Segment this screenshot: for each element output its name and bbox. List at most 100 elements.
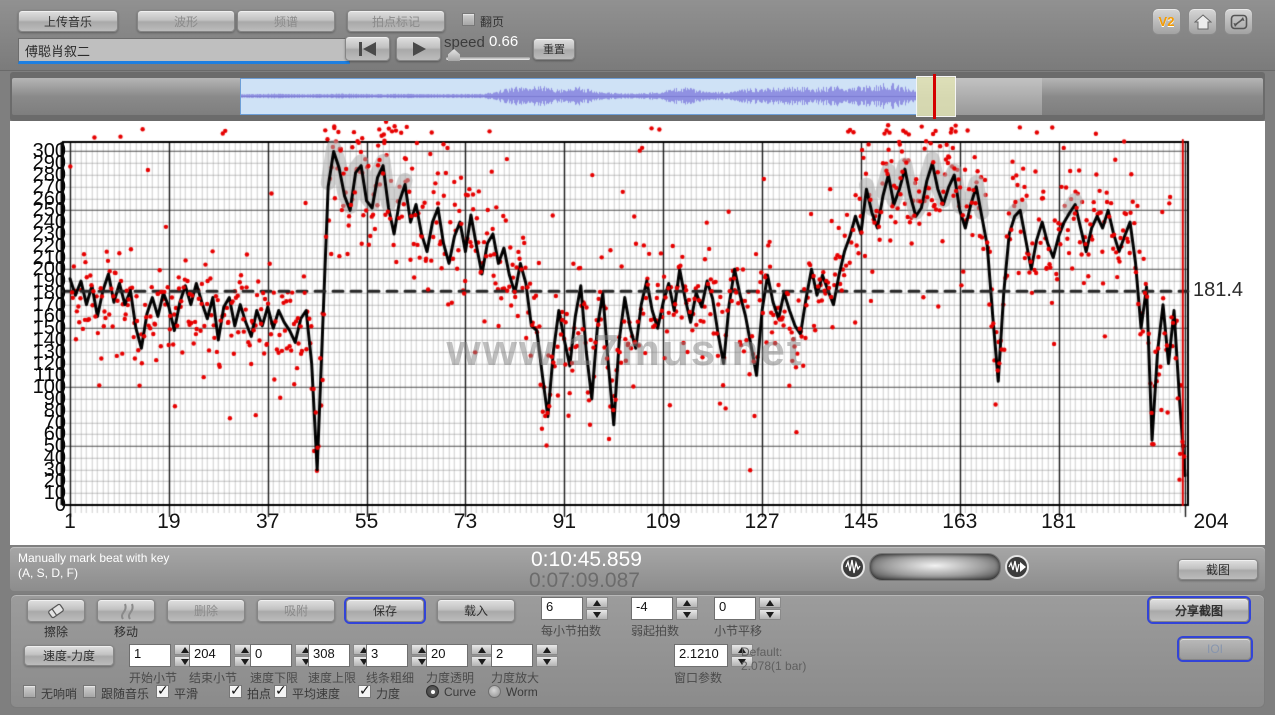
page-turn-label: 翻页 — [480, 13, 504, 30]
eraser-icon — [45, 601, 67, 621]
x-tick-label: 181 — [1029, 510, 1089, 534]
waveform-selection[interactable] — [916, 76, 956, 117]
speed-dynamics-button[interactable]: 速度-力度 — [24, 645, 114, 666]
v2-version-badge[interactable]: V2 — [1152, 8, 1181, 35]
speed-slider[interactable] — [446, 57, 530, 60]
play-button[interactable] — [396, 36, 441, 61]
x-tick-label: 19 — [139, 510, 199, 534]
stepper-小节平移: 0 — [714, 597, 781, 620]
move-tool-button[interactable] — [97, 599, 155, 622]
stepper-label: 每小节拍数 — [541, 622, 601, 639]
window-param-default-note: Default: 2.078(1 bar) — [741, 645, 806, 673]
checkbox-无响哨[interactable] — [23, 685, 36, 698]
stepper-down-button[interactable] — [536, 656, 558, 667]
beat-mark-button[interactable]: 拍点标记 — [347, 10, 445, 32]
stepper-力度放大: 2 — [491, 644, 558, 667]
stepper-速度上限: 308 — [308, 644, 375, 667]
stepper-down-button[interactable] — [676, 609, 698, 620]
delete-button[interactable]: 删除 — [167, 599, 245, 622]
stepper-down-button[interactable] — [471, 656, 493, 667]
wave-min-icon[interactable] — [840, 554, 866, 580]
checkbox-label: 拍点 — [247, 685, 271, 702]
stepper-label: 线条粗细 — [366, 669, 414, 686]
top-toolbar: 上传音乐 波形 频谱 拍点标记 翻页 speed 0.66 重置 V2 — [0, 0, 1275, 71]
checkbox-平滑[interactable] — [156, 685, 169, 698]
radio-Curve[interactable] — [426, 685, 439, 698]
screenshot-button[interactable]: 截图 — [1178, 559, 1258, 580]
stepper-value-field[interactable]: 3 — [366, 644, 408, 667]
tempo-chart-panel[interactable]: 3002902802702602502402302202102001901801… — [10, 121, 1265, 545]
stepper-每小节拍数: 6 — [541, 597, 608, 620]
stepper-label: 小节平移 — [714, 622, 762, 639]
radio-Worm[interactable] — [488, 685, 501, 698]
stepper-label: 开始小节 — [129, 669, 177, 686]
stepper-up-button[interactable] — [536, 644, 558, 655]
stepper-value-field[interactable]: 308 — [308, 644, 350, 667]
waveform-track[interactable] — [12, 78, 1263, 115]
skip-to-start-button[interactable] — [345, 36, 390, 61]
x-tick-label: 109 — [633, 510, 693, 534]
stepper-up-button[interactable] — [676, 597, 698, 608]
page-turn-checkbox[interactable] — [462, 13, 475, 26]
home-button[interactable] — [1188, 8, 1217, 35]
stepper-value-field[interactable]: 2 — [491, 644, 533, 667]
average-tempo-value: 181.4 — [1193, 279, 1243, 302]
checkbox-平均速度[interactable] — [274, 685, 287, 698]
stepper-up-button[interactable] — [759, 597, 781, 608]
stepper-value-field[interactable]: 20 — [426, 644, 468, 667]
stepper-value-field[interactable]: 6 — [541, 597, 583, 620]
stepper-value-field[interactable]: 0 — [250, 644, 292, 667]
stepper-down-button[interactable] — [759, 609, 781, 620]
x-tick-label: 37 — [238, 510, 298, 534]
snap-button[interactable]: 吸附 — [257, 599, 335, 622]
time-secondary: 0:07:09.087 — [529, 569, 640, 593]
checkbox-跟随音乐[interactable] — [83, 685, 96, 698]
waveform-overview-strip — [10, 72, 1265, 121]
spectrum-tab-button[interactable]: 频谱 — [237, 10, 335, 32]
stepper-label: 力度放大 — [491, 669, 539, 686]
move-tool-label: 移动 — [97, 623, 155, 640]
stepper-value-field[interactable]: -4 — [631, 597, 673, 620]
x-tick-label: 1 — [40, 510, 100, 534]
stepper-value-field[interactable]: 0 — [714, 597, 756, 620]
checkbox-力度[interactable] — [358, 685, 371, 698]
waveform-remainder — [956, 78, 1042, 115]
speed-value: 0.66 — [489, 33, 518, 50]
x-tick-label: 145 — [831, 510, 891, 534]
track-title-input[interactable] — [18, 38, 350, 64]
waveform-zoom-slider[interactable] — [869, 553, 1001, 581]
checkbox-label: 平滑 — [174, 685, 198, 702]
reset-speed-button[interactable]: 重置 — [533, 38, 575, 60]
fullscreen-button[interactable] — [1224, 8, 1253, 35]
checkbox-拍点[interactable] — [229, 685, 242, 698]
stepper-down-button[interactable] — [586, 609, 608, 620]
erase-tool-button[interactable] — [27, 599, 85, 622]
stepper-label: 窗口参数 — [674, 669, 722, 686]
ioi-button[interactable]: IOI — [1179, 638, 1251, 660]
skip-to-start-icon — [356, 41, 380, 57]
share-screenshot-button[interactable]: 分享截图 — [1149, 598, 1249, 622]
home-icon — [1194, 14, 1212, 30]
save-button[interactable]: 保存 — [346, 599, 424, 622]
waveform-tab-button[interactable]: 波形 — [137, 10, 235, 32]
load-button[interactable]: 载入 — [437, 599, 515, 622]
stepper-结束小节: 204 — [189, 644, 256, 667]
stepper-up-button[interactable] — [471, 644, 493, 655]
stepper-up-button[interactable] — [586, 597, 608, 608]
stepper-力度透明: 20 — [426, 644, 493, 667]
beat-tracking-app: 上传音乐 波形 频谱 拍点标记 翻页 speed 0.66 重置 V2 — [0, 0, 1275, 715]
upload-music-button[interactable]: 上传音乐 — [18, 10, 118, 32]
waveform-playhead[interactable] — [933, 74, 936, 119]
play-icon — [409, 41, 429, 57]
erase-tool-label: 擦除 — [27, 623, 85, 640]
stepper-value-field[interactable]: 204 — [189, 644, 231, 667]
fullscreen-icon — [1230, 14, 1248, 30]
speed-label: speed — [444, 34, 485, 51]
stepper-value-field[interactable]: 2.1210 — [674, 644, 728, 667]
checkbox-label: 力度 — [376, 685, 400, 702]
stepper-value-field[interactable]: 1 — [129, 644, 171, 667]
waveform-region[interactable] — [240, 78, 918, 115]
stepper-弱起拍数: -4 — [631, 597, 698, 620]
bottom-control-panel: 擦除 移动 删除 吸附 保存 载入 速度-力度 6每小节拍数-4弱起拍数0小节平… — [10, 594, 1265, 708]
wave-max-icon[interactable] — [1004, 554, 1030, 580]
